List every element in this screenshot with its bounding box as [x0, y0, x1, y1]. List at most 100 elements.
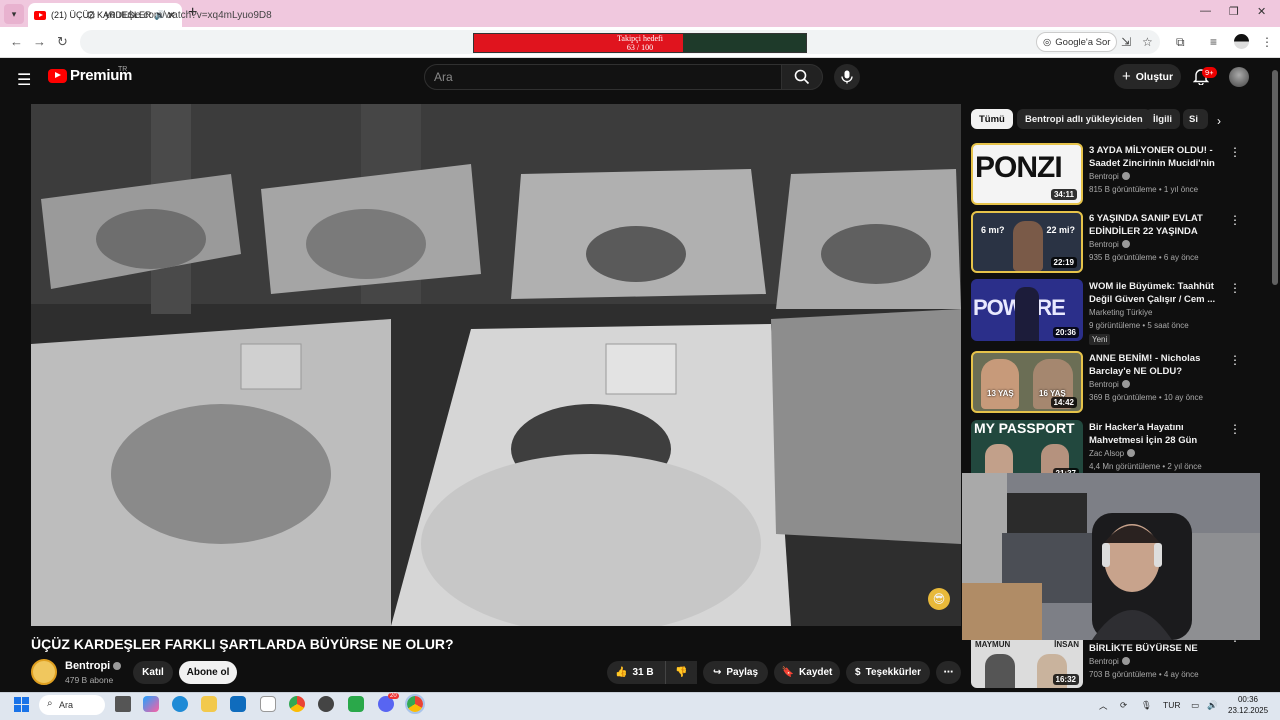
- url-text[interactable]: youtube.com/watch?v=xq4mLyuo9D8: [105, 10, 272, 21]
- dislike-button[interactable]: 👎: [665, 661, 697, 684]
- webcam-feed-image: [962, 473, 1260, 640]
- site-info-icon[interactable]: ⚙: [86, 9, 96, 22]
- recommendation-channel[interactable]: Bentropi: [1089, 380, 1130, 389]
- sunglasses-emoji-icon: 😎: [928, 588, 950, 610]
- restore-icon[interactable]: ❐: [1229, 5, 1239, 18]
- video-thumbnail[interactable]: 6 mı? 22 mi? 22:19: [971, 211, 1083, 273]
- forward-icon[interactable]: →: [33, 34, 46, 49]
- verified-icon: [113, 662, 122, 670]
- google-sor-button[interactable]: ◎ Google'a Sor: [1036, 32, 1118, 52]
- recommendation-channel[interactable]: Bentropi: [1089, 172, 1130, 181]
- scrollbar-thumb[interactable]: [1272, 70, 1278, 285]
- volume-icon[interactable]: 🔊: [1207, 700, 1218, 711]
- chip-all[interactable]: Tümü: [971, 109, 1013, 129]
- more-actions-button[interactable]: ⋯: [936, 661, 961, 684]
- media-controls-icon[interactable]: ≡: [1210, 35, 1217, 49]
- recommendation-title[interactable]: ANNE BENİM! - Nicholas Barclay'e NE OLDU…: [1089, 352, 1219, 378]
- sync-icon[interactable]: ⟳: [1120, 700, 1127, 711]
- thanks-button[interactable]: $ Teşekkürler: [846, 661, 930, 684]
- chrome-icon[interactable]: [289, 696, 305, 712]
- microphone-tray-icon[interactable]: 🎙: [1141, 700, 1152, 711]
- app-icon[interactable]: [318, 696, 334, 712]
- chip-partial[interactable]: Si: [1183, 109, 1208, 129]
- recommendation-channel[interactable]: Bentropi: [1089, 657, 1130, 666]
- close-window-icon[interactable]: ✕: [1257, 5, 1266, 18]
- notepad-icon[interactable]: [260, 696, 276, 712]
- share-button[interactable]: ↪ Paylaş: [703, 661, 768, 684]
- goal-progress-text: 63 / 100: [626, 42, 654, 52]
- video-thumbnail[interactable]: PONZI 34:11: [971, 143, 1083, 205]
- back-icon[interactable]: ←: [10, 34, 23, 49]
- edge-icon[interactable]: [172, 696, 188, 712]
- chevron-right-icon[interactable]: ›: [1217, 114, 1221, 128]
- chip-from-uploader[interactable]: Bentropi adlı yükleyiciden: [1017, 109, 1151, 129]
- create-button[interactable]: + Oluştur: [1114, 64, 1181, 89]
- verified-icon: [1121, 380, 1130, 388]
- notifications-badge: 9+: [1202, 67, 1217, 78]
- system-clock[interactable]: 00:36 23.12.2025: [1228, 694, 1268, 716]
- thumbnail-text: MY PASSPORT: [974, 420, 1075, 436]
- video-player[interactable]: [31, 104, 961, 626]
- network-icon[interactable]: ▭: [1191, 700, 1199, 711]
- account-avatar[interactable]: [1229, 67, 1249, 87]
- install-app-icon[interactable]: ⇲: [1121, 35, 1131, 49]
- more-vert-icon[interactable]: ⋮: [1229, 281, 1241, 295]
- subscribe-button[interactable]: Abone ol: [179, 661, 237, 684]
- recommendation-channel[interactable]: Marketing Türkiye: [1089, 308, 1152, 317]
- extensions-icon[interactable]: ⧉: [1176, 35, 1185, 50]
- search-icon: [794, 69, 810, 85]
- hamburger-menu-icon[interactable]: ☰: [17, 70, 31, 90]
- outlook-icon[interactable]: [230, 696, 246, 712]
- search-input[interactable]: [424, 64, 782, 90]
- thumbnail-text: 6 mı?: [981, 225, 1005, 235]
- recommendation-meta: 4,4 Mn görüntüleme • 2 yıl önce: [1089, 462, 1202, 471]
- recommendation-meta: 9 görüntüleme • 5 saat önce: [1089, 321, 1189, 330]
- taskbar-search[interactable]: ⌕ Ara: [39, 695, 105, 715]
- video-thumbnail[interactable]: 13 YAŞ 16 YAŞ 14:42: [971, 351, 1083, 413]
- thumbnail-text: İNSAN: [1054, 640, 1079, 649]
- channel-avatar[interactable]: [31, 659, 57, 685]
- browser-menu-icon[interactable]: ⋮: [1261, 35, 1273, 49]
- reload-icon[interactable]: ↻: [57, 34, 68, 50]
- channel-name[interactable]: Bentropi: [65, 660, 122, 672]
- minimize-icon[interactable]: —: [1200, 5, 1211, 17]
- more-vert-icon[interactable]: ⋮: [1229, 353, 1241, 367]
- youtube-premium-logo[interactable]: Premium TR: [48, 66, 132, 84]
- voice-search-button[interactable]: [834, 64, 860, 90]
- discord-badge: 20: [388, 693, 399, 699]
- country-code: TR: [118, 66, 128, 73]
- file-explorer-icon[interactable]: [201, 696, 217, 712]
- clock-date: 23.12.2025: [1228, 706, 1269, 715]
- browser-profile-avatar[interactable]: [1234, 34, 1249, 49]
- search-button[interactable]: [781, 64, 823, 90]
- recommendation-title[interactable]: 6 YAŞINDA SANIP EVLAT EDİNDİLER 22 YAŞIN…: [1089, 212, 1219, 238]
- copilot-icon[interactable]: [143, 696, 159, 712]
- recommendation-channel[interactable]: Bentropi: [1089, 240, 1130, 249]
- clock-time: 00:36: [1237, 695, 1259, 704]
- save-button[interactable]: 🔖 Kaydet: [774, 661, 840, 684]
- recommendation-item[interactable]: POWERE 20:36 WOM ile Büyümek: Taahhüt De…: [971, 279, 1246, 345]
- windows-start-icon[interactable]: [14, 697, 30, 713]
- recommendation-item[interactable]: 13 YAŞ 16 YAŞ 14:42 ANNE BENİM! - Nichol…: [971, 351, 1246, 413]
- more-vert-icon[interactable]: ⋮: [1229, 422, 1241, 436]
- tab-search-button[interactable]: ▾: [4, 4, 24, 24]
- recommendation-item[interactable]: PONZI 34:11 3 AYDA MİLYONER OLDU! - Saad…: [971, 143, 1246, 205]
- recommendation-channel[interactable]: Zac Alsop: [1089, 449, 1136, 458]
- super-thanks-icon: $: [855, 667, 861, 678]
- recommendation-item[interactable]: 6 mı? 22 mi? 22:19 6 YAŞINDA SANIP EVLAT…: [971, 211, 1246, 273]
- task-view-icon[interactable]: [115, 696, 131, 712]
- recommendation-title[interactable]: WOM ile Büyümek: Taahhüt Değil Güven Çal…: [1089, 280, 1219, 306]
- video-thumbnail[interactable]: POWERE 20:36: [971, 279, 1083, 341]
- more-vert-icon[interactable]: ⋮: [1229, 145, 1241, 159]
- chrome-active-icon[interactable]: [405, 694, 425, 714]
- store-icon[interactable]: [348, 696, 364, 712]
- recommendation-title[interactable]: 3 AYDA MİLYONER OLDU! - Saadet Zincirini…: [1089, 144, 1219, 170]
- language-indicator[interactable]: TUR: [1163, 700, 1180, 710]
- recommendation-title[interactable]: Bir Hacker'a Hayatını Mahvetmesi İçin 28…: [1089, 421, 1219, 447]
- join-button[interactable]: Katıl: [133, 661, 173, 684]
- more-vert-icon[interactable]: ⋮: [1229, 213, 1241, 227]
- chip-related[interactable]: İlgili: [1145, 109, 1180, 129]
- recommendation-meta: 703 B görüntüleme • 4 ay önce: [1089, 670, 1199, 679]
- tray-overflow-icon[interactable]: ︿: [1099, 700, 1108, 712]
- bookmark-star-icon[interactable]: ☆: [1142, 35, 1153, 49]
